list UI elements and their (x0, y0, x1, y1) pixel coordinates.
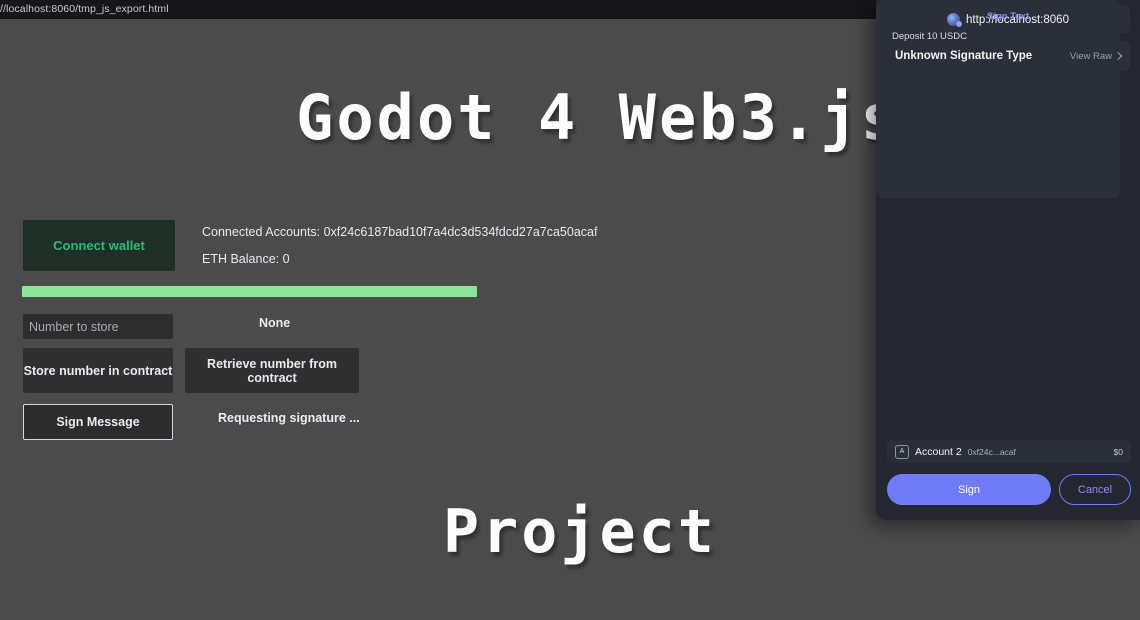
view-raw-label: View Raw (1069, 50, 1112, 62)
popup-action-bar: Sign Cancel (887, 474, 1131, 505)
url-text[interactable]: //localhost:8060/tmp_js_export.html (0, 0, 169, 19)
page-title: Godot 4 Web3.js (296, 81, 901, 154)
account-address-label: 0xf24c...acaf (967, 446, 1016, 457)
eth-balance-label: ETH Balance: 0 (202, 252, 290, 266)
chevron-right-icon (1113, 51, 1123, 61)
signature-status-label: Requesting signature ... (218, 411, 360, 425)
cancel-button[interactable]: Cancel (1059, 474, 1131, 505)
account-name-label: Account 2 (915, 445, 962, 458)
sign-button[interactable]: Sign (887, 474, 1051, 505)
store-number-button[interactable]: Store number in contract (23, 348, 173, 393)
number-to-store-input[interactable] (23, 314, 173, 339)
account-avatar-icon: A (895, 444, 909, 459)
connect-wallet-button[interactable]: Connect wallet (23, 220, 175, 271)
retrieve-number-button[interactable]: Retrieve number from contract (185, 348, 359, 393)
message-body-text: Deposit 10 USDC (892, 31, 967, 42)
sign-message-button[interactable]: Sign Message (23, 404, 173, 440)
signature-type-label: Unknown Signature Type (895, 50, 1033, 62)
progress-bar (22, 286, 477, 297)
metamask-signature-popup[interactable]: http://localhost:8060 Unknown Signature … (876, 0, 1140, 520)
page-subtitle: Project (443, 497, 717, 567)
account-balance-label: $0 (1113, 446, 1123, 457)
view-raw-button[interactable]: View Raw (1069, 50, 1123, 62)
signature-type-card: Unknown Signature Type View Raw (886, 41, 1130, 71)
account-row[interactable]: A Account 2 0xf24c...acaf $0 (887, 440, 1131, 463)
connected-accounts-label: Connected Accounts: 0xf24c6187bad10f7a4d… (202, 225, 598, 239)
retrieved-number-value: None (259, 316, 291, 330)
sign-text-heading: Sign Text (986, 11, 1030, 22)
